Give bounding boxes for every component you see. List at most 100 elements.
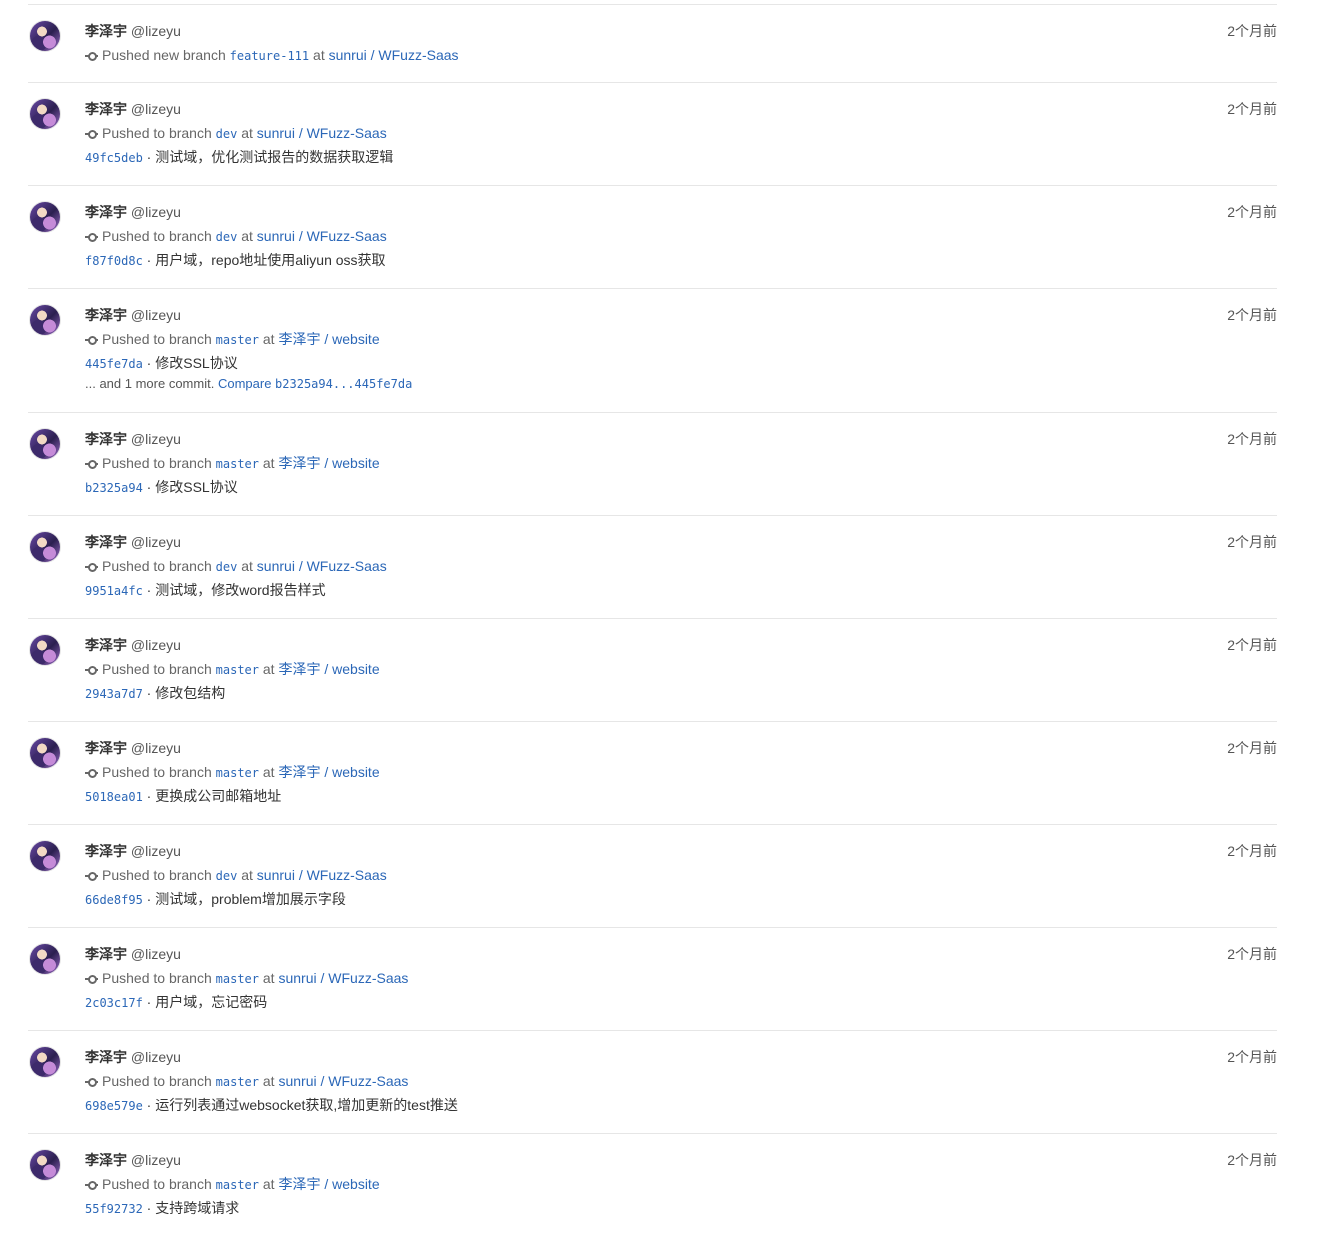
repo-link[interactable]: 李泽宇 / website [278,1176,379,1192]
repo-link[interactable]: sunrui / WFuzz-Saas [278,970,408,986]
avatar[interactable] [30,202,60,232]
commit-message: 测试域，problem增加展示字段 [155,891,346,907]
author-handle[interactable]: @lizeyu [131,534,181,550]
branch-link[interactable]: master [216,972,259,986]
commit-hash-link[interactable]: 698e579e [85,1099,143,1113]
repo-link[interactable]: sunrui / WFuzz-Saas [257,125,387,141]
commit-message: 测试域，修改word报告样式 [155,582,326,598]
compare-link[interactable]: Compare b2325a94...445fe7da [218,376,412,391]
commit-icon [85,768,98,778]
activity-event: 李泽宇 @lizeyu 2个月前 Pushed to branch master a… [28,618,1277,722]
repo-link[interactable]: 李泽宇 / website [278,764,379,780]
branch-link[interactable]: dev [216,230,238,244]
activity-event: 李泽宇 @lizeyu 2个月前 Pushed to branch master a… [28,288,1277,413]
branch-link[interactable]: master [216,663,259,677]
avatar[interactable] [30,532,60,562]
branch-link[interactable]: dev [216,127,238,141]
repo-link[interactable]: 李泽宇 / website [278,455,379,471]
action-text: Pushed new branch [102,47,226,63]
avatar[interactable] [30,841,60,871]
repo-link[interactable]: 李泽宇 / website [278,331,379,347]
branch-link[interactable]: master [216,457,259,471]
event-action: Pushed to branch master at sunrui / WFuz… [85,1071,1277,1091]
branch-link[interactable]: master [216,1178,259,1192]
separator-dot: · [142,891,156,907]
author-handle[interactable]: @lizeyu [131,1049,181,1065]
commit-icon [85,129,98,139]
branch-link[interactable]: dev [216,560,238,574]
author-name[interactable]: 李泽宇 [85,534,127,550]
author-name[interactable]: 李泽宇 [85,1152,127,1168]
separator-dot: · [142,582,156,598]
author-handle[interactable]: @lizeyu [131,1152,181,1168]
branch-link[interactable]: master [216,766,259,780]
author-name[interactable]: 李泽宇 [85,946,127,962]
avatar[interactable] [30,21,60,51]
commit-hash-link[interactable]: 445fe7da [85,357,143,371]
avatar[interactable] [30,738,60,768]
avatar[interactable] [30,635,60,665]
commit-hash-link[interactable]: f87f0d8c [85,254,143,268]
repo-link[interactable]: sunrui / WFuzz-Saas [278,1073,408,1089]
action-text: Pushed to branch [102,867,212,883]
author-handle[interactable]: @lizeyu [131,307,181,323]
author-name[interactable]: 李泽宇 [85,23,127,39]
author-handle[interactable]: @lizeyu [131,637,181,653]
repo-link[interactable]: sunrui / WFuzz-Saas [257,867,387,883]
at-text: at [262,661,275,677]
author-handle[interactable]: @lizeyu [131,431,181,447]
commit-icon [85,562,98,572]
event-action: Pushed to branch master at 李泽宇 / website [85,659,1277,679]
at-text: at [262,970,275,986]
avatar[interactable] [30,1047,60,1077]
author-handle[interactable]: @lizeyu [131,204,181,220]
repo-link[interactable]: 李泽宇 / website [278,661,379,677]
branch-link[interactable]: dev [216,869,238,883]
event-body: 李泽宇 @lizeyu 2个月前 Pushed to branch master a… [85,944,1277,1012]
repo-link[interactable]: sunrui / WFuzz-Saas [329,47,459,63]
avatar[interactable] [30,1150,60,1180]
branch-link[interactable]: master [216,1075,259,1089]
commit-hash-link[interactable]: 2943a7d7 [85,687,143,701]
avatar[interactable] [30,305,60,335]
more-commits-row: ... and 1 more commit. Compare b2325a94.… [85,375,1277,393]
author-name[interactable]: 李泽宇 [85,740,127,756]
branch-link[interactable]: master [216,333,259,347]
commit-hash-link[interactable]: b2325a94 [85,481,143,495]
avatar[interactable] [30,99,60,129]
avatar[interactable] [30,429,60,459]
commit-hash-link[interactable]: 9951a4fc [85,584,143,598]
commit-hash-link[interactable]: 55f92732 [85,1202,143,1216]
event-header: 李泽宇 @lizeyu 2个月前 [85,635,1277,655]
event-body: 李泽宇 @lizeyu 2个月前 Pushed new branch feature… [85,21,1277,65]
author-handle[interactable]: @lizeyu [131,23,181,39]
event-time: 2个月前 [1227,843,1277,859]
author-name[interactable]: 李泽宇 [85,307,127,323]
repo-link[interactable]: sunrui / WFuzz-Saas [257,228,387,244]
author-name[interactable]: 李泽宇 [85,101,127,117]
author-name[interactable]: 李泽宇 [85,204,127,220]
event-action: Pushed to branch dev at sunrui / WFuzz-S… [85,865,1277,885]
at-text: at [262,1176,275,1192]
author-handle[interactable]: @lizeyu [131,946,181,962]
author-name[interactable]: 李泽宇 [85,637,127,653]
branch-link[interactable]: feature-111 [230,49,309,63]
commit-hash-link[interactable]: 2c03c17f [85,996,143,1010]
at-text: at [262,455,275,471]
commit-hash-link[interactable]: 5018ea01 [85,790,143,804]
author-name[interactable]: 李泽宇 [85,1049,127,1065]
author-handle[interactable]: @lizeyu [131,101,181,117]
compare-range: b2325a94...445fe7da [275,377,413,391]
commit-row: 2943a7d7 · 修改包结构 [85,683,1277,703]
commit-hash-link[interactable]: 49fc5deb [85,151,143,165]
author-name[interactable]: 李泽宇 [85,431,127,447]
activity-event: 李泽宇 @lizeyu 2个月前 Pushed to branch master a… [28,927,1277,1031]
repo-link[interactable]: sunrui / WFuzz-Saas [257,558,387,574]
commit-message: 修改SSL协议 [155,355,238,371]
author-handle[interactable]: @lizeyu [131,843,181,859]
commit-hash-link[interactable]: 66de8f95 [85,893,143,907]
author-name[interactable]: 李泽宇 [85,843,127,859]
activity-event: 李泽宇 @lizeyu 2个月前 Pushed to branch master a… [28,1030,1277,1134]
avatar[interactable] [30,944,60,974]
author-handle[interactable]: @lizeyu [131,740,181,756]
